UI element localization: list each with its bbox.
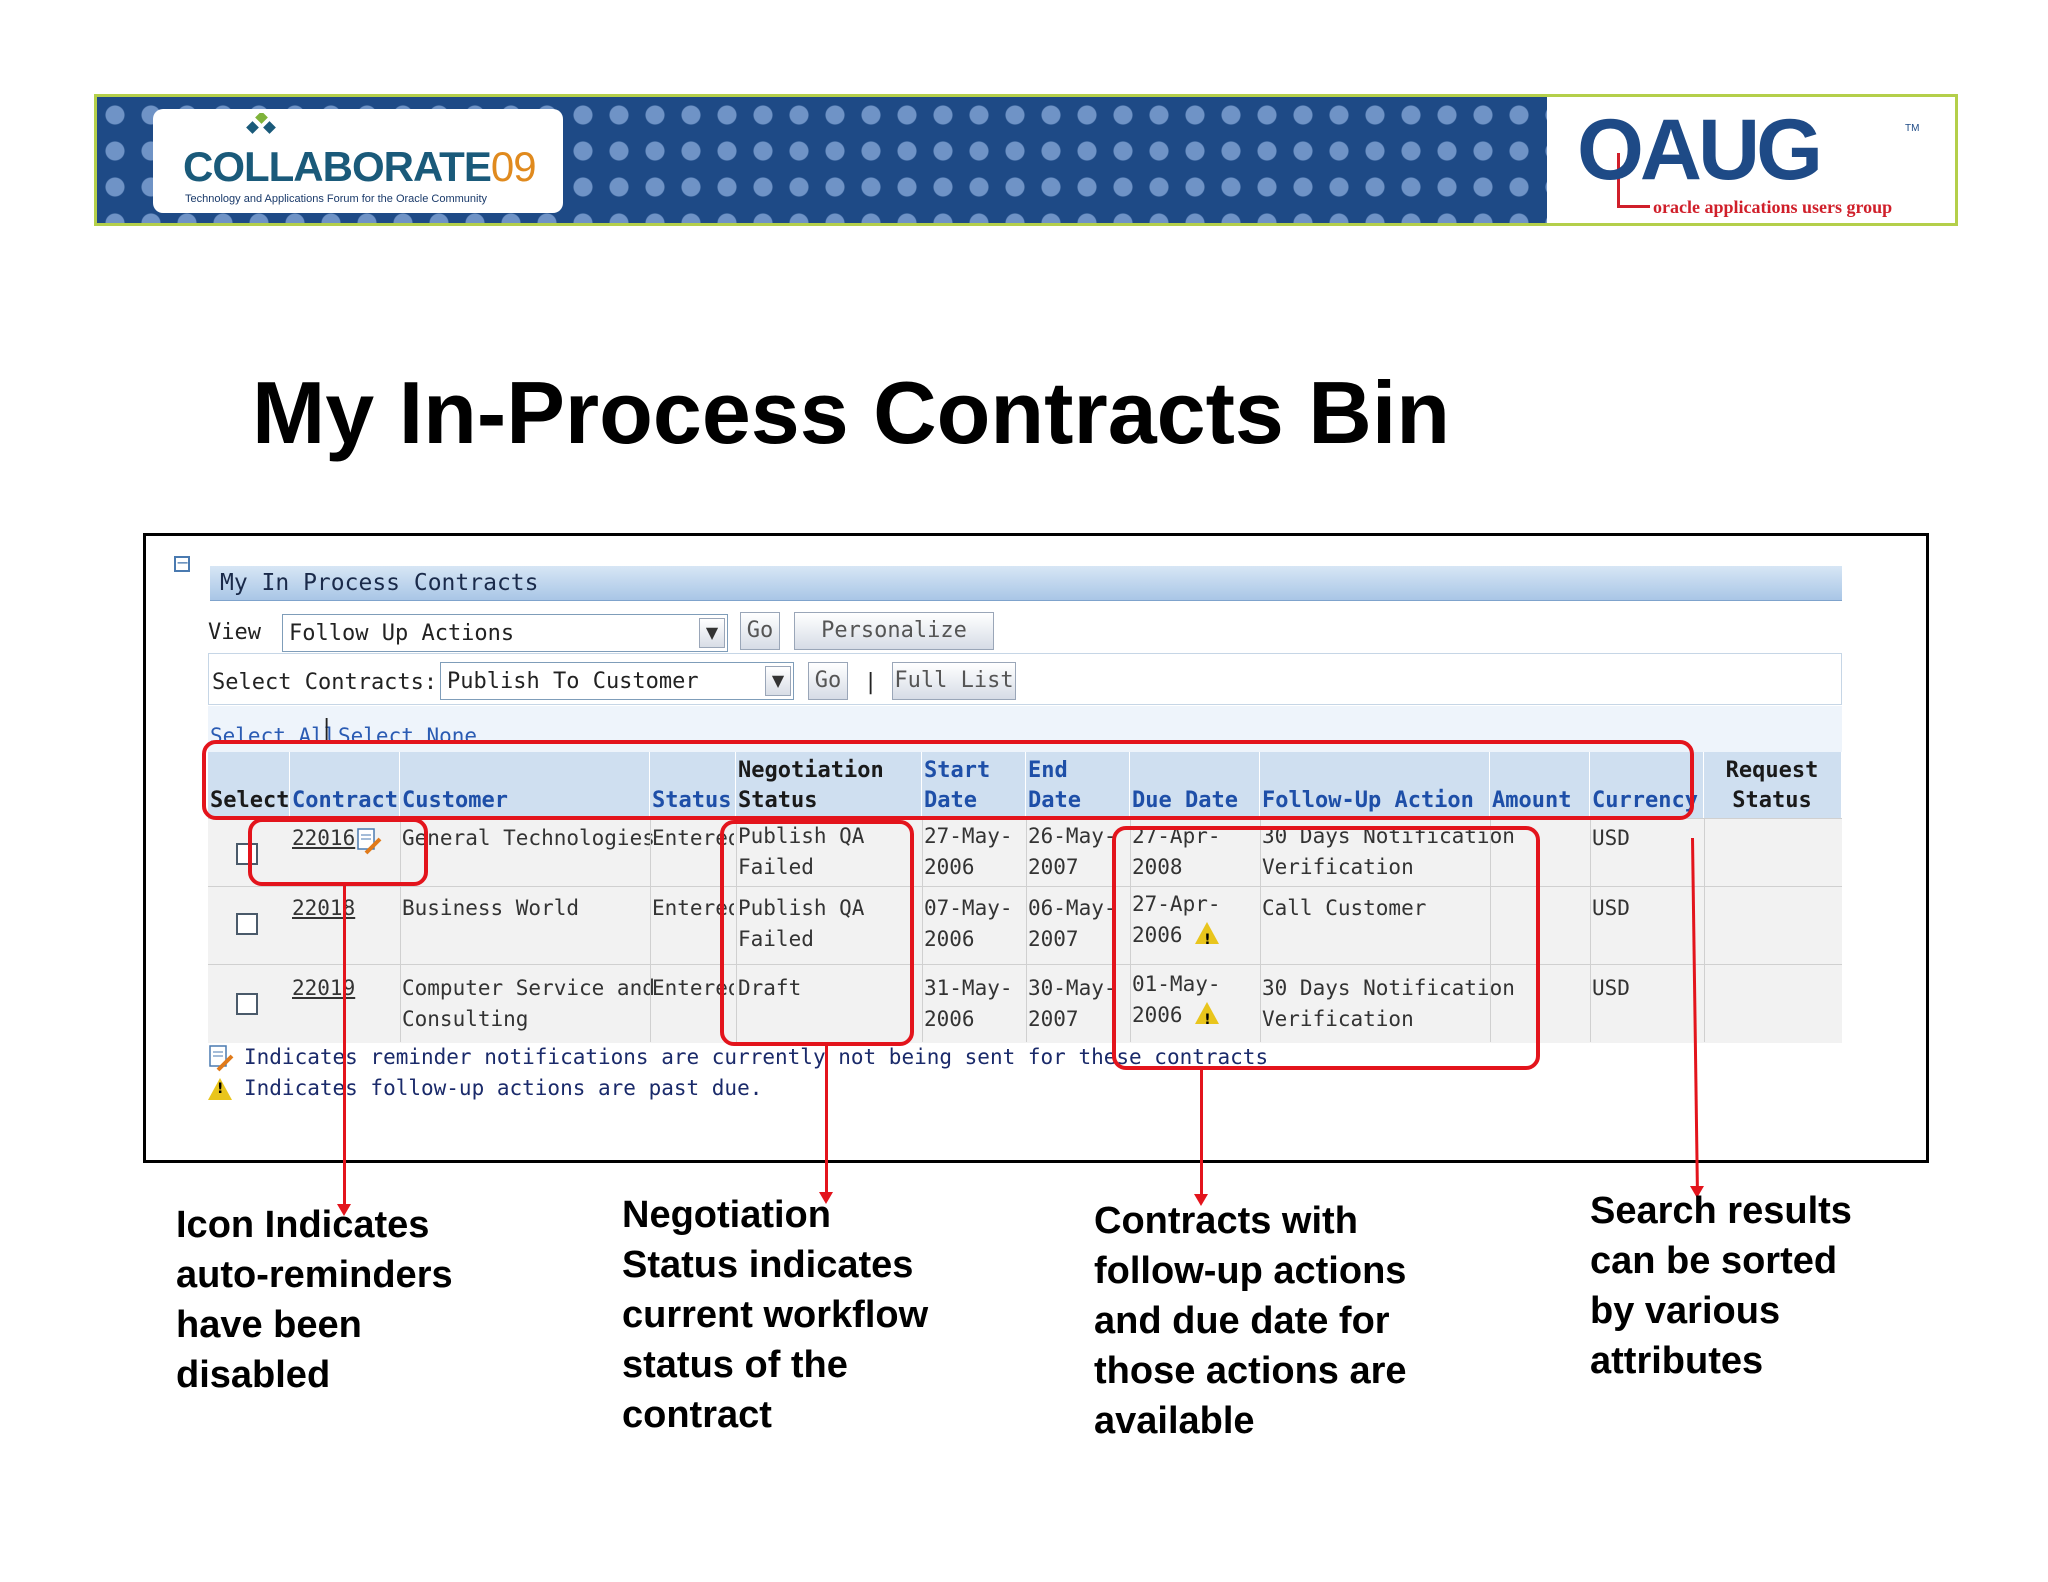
customer-cell-2: Consulting [402,1007,529,1031]
column-divider [1026,818,1027,1042]
customer-cell: Business World [402,896,580,920]
row-checkbox[interactable] [236,993,258,1015]
legend-past-due-text: Indicates follow-up actions are past due… [244,1076,763,1100]
start-date-year: 2006 [924,855,975,879]
start-date-year: 2006 [924,927,975,951]
view-select[interactable]: Follow Up Actions ▼ [282,614,728,652]
toolbar-separator: | [864,670,878,695]
view-label: View [208,620,261,645]
end-date-cell: 30-May- [1028,976,1117,1000]
region-header: My In Process Contracts [210,566,1842,601]
chevron-down-icon[interactable]: ▼ [765,666,791,696]
warning-icon [208,1078,232,1100]
callout-sorting: Search results can be sorted by various … [1590,1190,1852,1382]
column-divider [650,818,651,1042]
end-date-year: 2007 [1028,1007,1079,1031]
end-date-year: 2007 [1028,855,1079,879]
contract-icon-highlight-box [248,818,428,886]
end-date-cell: 06-May- [1028,896,1117,920]
negotiation-status-highlight-box [720,820,914,1046]
select-contracts-go-button[interactable]: Go [808,662,848,700]
start-date-cell: 27-May- [924,824,1013,848]
pointer-line-1 [343,884,346,1206]
customer-cell: Computer Service and [402,976,655,1000]
pointer-line-3 [1200,1066,1203,1196]
select-contracts-value: Publish To Customer [447,669,699,694]
callout-negotiation-status: Negotiation Status indicates current wor… [622,1194,929,1436]
oaug-trademark: TM [1905,123,1920,134]
personalize-button[interactable]: Personalize [794,612,994,650]
pointer-line-2 [825,1044,828,1194]
collaborate-wordmark: COLLABORATE09 [183,143,537,190]
callout-reminder-icon: Icon Indicates auto-reminders have been … [176,1204,453,1396]
due-date-action-highlight-box [1112,826,1540,1070]
slide-title: My In-Process Contracts Bin [252,363,1451,462]
table-row: 22019 Computer Service and Consulting En… [208,964,1842,1043]
select-link-separator: | [320,716,334,741]
currency-cell: USD [1592,896,1630,920]
oaug-subtitle: oracle applications users group [1653,197,1893,217]
column-divider [1590,818,1591,1042]
start-date-cell: 31-May- [924,976,1013,1000]
collaborate-tagline: Technology and Applications Forum for th… [185,193,488,205]
callout-follow-up-actions: Contracts with follow-up actions and due… [1094,1200,1407,1442]
view-select-value: Follow Up Actions [289,621,515,646]
view-go-button[interactable]: Go [740,612,780,650]
currency-cell: USD [1592,826,1630,850]
customer-cell: General Technologies [402,826,655,850]
currency-cell: USD [1592,976,1630,1000]
end-date-cell: 26-May- [1028,824,1117,848]
table-row: 22018 Business World Entered Publish QA … [208,886,1842,965]
start-date-cell: 07-May- [924,896,1013,920]
select-contracts-label: Select Contracts: [212,670,438,695]
diamond-logo-icon [246,113,276,134]
chevron-down-icon[interactable]: ▼ [699,618,725,648]
row-checkbox[interactable] [236,913,258,935]
end-date-year: 2007 [1028,927,1079,951]
table-row: 22016 General Technologies Entered Publi… [208,818,1842,887]
select-contracts-select[interactable]: Publish To Customer ▼ [440,662,794,700]
conference-banner: COLLABORATE09 Technology and Application… [94,94,1958,226]
header-highlight-box [202,740,1694,820]
column-divider [922,818,923,1042]
collapse-icon[interactable]: − [174,555,190,572]
collaborate-logo: COLLABORATE09 Technology and Application… [153,109,563,213]
header-request-status: Request Status [1704,752,1842,818]
full-list-button[interactable]: Full List [892,662,1016,700]
start-date-year: 2006 [924,1007,975,1031]
region-title: My In Process Contracts [220,570,539,596]
column-divider [1704,818,1705,1042]
oaug-wordmark: OAUG [1577,102,1823,198]
reminder-disabled-icon [209,1045,234,1072]
